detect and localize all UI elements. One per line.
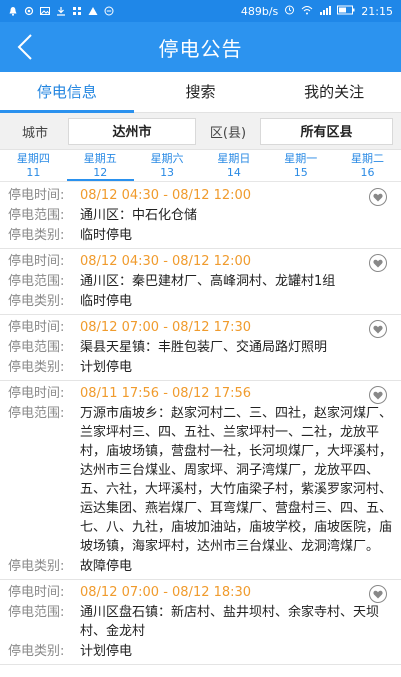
- notice-list[interactable]: 停电时间: 08/12 04:30 - 08/12 12:00 停电范围: 通川区：…: [0, 183, 401, 677]
- list-item[interactable]: 停电时间: 08/12 04:30 - 08/12 12:00 停电范围: 通川区：…: [0, 249, 401, 315]
- day-tab-fri[interactable]: 星期五 12: [66, 150, 134, 181]
- filter-bar: 城市 达州市 区(县) 所有区县: [0, 113, 401, 150]
- grid-icon: [72, 6, 82, 16]
- location-icon: [24, 6, 34, 16]
- range-label: 停电范围:: [8, 605, 65, 620]
- outage-type: 故障停电: [80, 559, 133, 574]
- list-item[interactable]: 停电时间: 08/12 07:00 - 08/12 17:30 停电范围: 渠县天星…: [0, 315, 401, 381]
- time-label: 停电时间:: [8, 386, 65, 401]
- heart-icon: [373, 325, 383, 333]
- time-label: 停电时间:: [8, 320, 65, 335]
- bell-icon: [8, 6, 18, 16]
- type-label: 停电类别:: [8, 228, 65, 243]
- outage-range: 渠县天星镇：丰胜包装厂、交通局路灯照明: [80, 340, 328, 355]
- follow-button[interactable]: [369, 320, 387, 338]
- list-item[interactable]: 停电时间: 08/12 04:30 - 08/12 12:00 停电范围: 通川区：…: [0, 183, 401, 249]
- day-tab-mon[interactable]: 星期一 15: [267, 150, 334, 181]
- outage-time: 08/12 07:00 - 08/12 18:30: [80, 585, 252, 600]
- outage-type: 临时停电: [80, 228, 133, 243]
- county-label: 区(县): [209, 125, 247, 141]
- notification-icons: [8, 6, 114, 16]
- wifi-icon: [301, 5, 313, 18]
- download-icon: [56, 6, 66, 16]
- follow-button[interactable]: [369, 254, 387, 272]
- outage-range: 万源市庙坡乡：赵家河村二、三、四社，赵家河煤厂、兰家坪村三、四、五社、兰家坪村一…: [80, 406, 393, 554]
- page-title: 停电公告: [158, 36, 243, 61]
- heart-icon: [373, 391, 383, 399]
- day-tab-thu[interactable]: 星期四 11: [0, 150, 67, 181]
- heart-icon: [373, 590, 383, 598]
- battery-icon: [337, 5, 355, 18]
- heart-icon: [373, 259, 383, 267]
- outage-range: 通川区盘石镇：新店村、盐井坝村、余家寺村、天坝村、金龙村: [80, 605, 380, 639]
- network-speed: 489b/s: [240, 4, 279, 18]
- time-label: 停电时间:: [8, 254, 65, 269]
- alarm-icon: [284, 4, 295, 18]
- list-item[interactable]: 停电时间: 08/11 17:56 - 08/12 17:56 停电范围: 万源市庙…: [0, 381, 401, 580]
- range-label: 停电范围:: [8, 208, 65, 223]
- title-bar: 停电公告: [0, 22, 401, 72]
- heart-icon: [373, 193, 383, 201]
- date-selector: 星期四 11 星期五 12 星期六 13 星期日 14 星期一 15 星期二 16: [0, 150, 401, 182]
- time-label: 停电时间:: [8, 188, 65, 203]
- outage-time: 08/12 04:30 - 08/12 12:00: [80, 188, 252, 203]
- follow-button[interactable]: [369, 188, 387, 206]
- day-tab-sun[interactable]: 星期日 14: [200, 150, 267, 181]
- chevron-left-icon: [17, 34, 32, 60]
- city-label: 城市: [21, 125, 48, 141]
- range-label: 停电范围:: [8, 406, 65, 421]
- outage-range: 通川区：秦巴建材厂、高峰洞村、龙罐村1组: [80, 274, 336, 289]
- day-tab-tue[interactable]: 星期二 16: [334, 150, 401, 181]
- range-label: 停电范围:: [8, 274, 65, 289]
- outage-time: 08/12 04:30 - 08/12 12:00: [80, 254, 252, 269]
- type-label: 停电类别:: [8, 559, 65, 574]
- day-tab-sat[interactable]: 星期六 13: [134, 150, 201, 181]
- tab-my-follows[interactable]: 我的关注: [267, 72, 401, 112]
- type-label: 停电类别:: [8, 360, 65, 375]
- list-item[interactable]: 停电时间: 08/12 07:00 - 08/12 18:30 停电范围: 通川区盘…: [0, 580, 401, 665]
- warning-icon: [88, 6, 98, 16]
- time-label: 停电时间:: [8, 585, 65, 600]
- tab-outage-info[interactable]: 停电信息: [0, 72, 134, 113]
- outage-range: 通川区：中石化仓储: [80, 208, 198, 223]
- type-label: 停电类别:: [8, 644, 65, 659]
- outage-time: 08/12 07:00 - 08/12 17:30: [80, 320, 252, 335]
- image-icon: [40, 6, 50, 16]
- follow-button[interactable]: [369, 386, 387, 404]
- tab-bar: 停电信息 搜索 我的关注: [0, 72, 401, 113]
- outage-type: 计划停电: [80, 360, 133, 375]
- back-button[interactable]: [10, 28, 40, 66]
- follow-button[interactable]: [369, 585, 387, 603]
- status-right: 489b/s 21:15: [241, 4, 393, 18]
- minus-circle-icon: [104, 6, 114, 16]
- city-select[interactable]: 达州市: [68, 117, 196, 145]
- clock-time: 21:15: [361, 4, 393, 18]
- county-select[interactable]: 所有区县: [260, 117, 393, 145]
- outage-time: 08/11 17:56 - 08/12 17:56: [80, 386, 252, 401]
- signal-icon: [319, 5, 332, 18]
- type-label: 停电类别:: [8, 294, 65, 309]
- status-bar: 489b/s 21:15: [0, 0, 401, 22]
- tab-search[interactable]: 搜索: [134, 72, 268, 112]
- range-label: 停电范围:: [8, 340, 65, 355]
- outage-type: 计划停电: [80, 644, 133, 659]
- outage-type: 临时停电: [80, 294, 133, 309]
